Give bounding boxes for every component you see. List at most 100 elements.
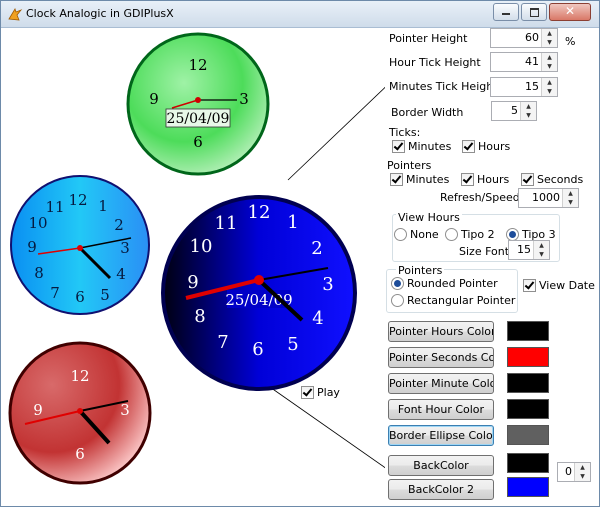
center-pin [254, 275, 264, 285]
clocks-canvas: 12 3 6 9 25/04/09 12 1 2 3 4 5 6 7 8 9 1… [8, 32, 385, 485]
spin-down-icon[interactable]: ▼ [542, 62, 557, 71]
svg-text:4: 4 [116, 265, 126, 283]
pointer-height-label: Pointer Height [389, 32, 468, 45]
center-pin [195, 97, 201, 103]
border-width-spinner[interactable]: 5 ▲ ▼ [491, 101, 537, 121]
center-pin [77, 408, 83, 414]
svg-text:6: 6 [252, 339, 263, 360]
spin-down-icon[interactable]: ▼ [563, 198, 578, 207]
play-checkbox[interactable]: Play [301, 386, 340, 399]
spin-down-icon[interactable]: ▼ [575, 472, 590, 481]
refresh-spinner[interactable]: 1000 ▲ ▼ [518, 188, 579, 208]
pointer-hours-color-button[interactable]: Pointer Hours Color [388, 321, 494, 342]
svg-text:6: 6 [75, 288, 85, 306]
spin-up-icon[interactable]: ▲ [542, 29, 557, 38]
backcolor-button[interactable]: BackColor [388, 455, 494, 476]
backcolor-swatch [507, 453, 549, 473]
font-hour-color-swatch [507, 399, 549, 419]
svg-text:8: 8 [194, 306, 205, 327]
svg-text:2: 2 [114, 216, 124, 234]
hour-tick-height-spinner[interactable]: 41 ▲ ▼ [490, 52, 558, 72]
rounded-pointer-radio[interactable]: Rounded Pointer [391, 277, 498, 290]
svg-text:7: 7 [50, 284, 60, 302]
spin-down-icon[interactable]: ▼ [534, 250, 549, 259]
rectangular-pointer-radio[interactable]: Rectangular Pointer [391, 294, 515, 307]
spin-up-icon[interactable]: ▲ [542, 53, 557, 62]
maximize-button[interactable] [521, 3, 547, 21]
clock-number: 6 [75, 445, 85, 463]
border-ellipse-color-swatch [507, 425, 549, 445]
clock-number: 12 [188, 56, 207, 74]
spin-up-icon[interactable]: ▲ [575, 463, 590, 472]
pointer-minute-color-swatch [507, 373, 549, 393]
ticks-label: Ticks: [389, 126, 421, 139]
clock-number: 9 [33, 401, 43, 419]
border-width-label: Border Width [391, 106, 464, 119]
svg-text:3: 3 [322, 274, 333, 295]
pointer-seconds-color-button[interactable]: Pointer Seconds Col [388, 347, 494, 368]
pointer-style-title: Pointers [396, 264, 445, 277]
pointers-label: Pointers [387, 159, 432, 172]
pointers-minutes-checkbox[interactable]: Minutes [390, 173, 449, 186]
client-area: 12 3 6 9 25/04/09 12 1 2 3 4 5 6 7 8 9 1… [5, 28, 595, 502]
title-bar[interactable]: Clock Analogic in GDIPlusX ✕ [1, 1, 599, 28]
ticks-minutes-checkbox[interactable]: Minutes [392, 140, 451, 153]
red-clock: 12 3 6 9 [8, 341, 152, 485]
backcolor2-button[interactable]: BackColor 2 [388, 479, 494, 500]
svg-text:10: 10 [190, 236, 213, 257]
backcolor-index-spinner[interactable]: 0 ▲ ▼ [557, 462, 591, 482]
svg-text:5: 5 [287, 334, 298, 355]
clock-number: 6 [193, 133, 203, 151]
pointers-seconds-checkbox[interactable]: Seconds [521, 173, 583, 186]
app-icon [8, 8, 23, 21]
view-date-checkbox[interactable]: View Date [523, 279, 595, 292]
clock-date: 25/04/09 [167, 111, 230, 127]
size-font-spinner[interactable]: 15 ▲ ▼ [508, 240, 550, 260]
window-title: Clock Analogic in GDIPlusX [26, 7, 174, 20]
clock-number: 9 [149, 90, 159, 108]
spin-up-icon[interactable]: ▲ [563, 189, 578, 198]
small-blue-clock: 12 1 2 3 4 5 6 7 8 9 10 11 [10, 175, 150, 315]
pointers-hours-checkbox[interactable]: Hours [461, 173, 509, 186]
svg-text:12: 12 [68, 191, 87, 209]
pointer-seconds-color-swatch [507, 347, 549, 367]
center-pin [77, 245, 83, 251]
minimize-button[interactable] [493, 3, 519, 21]
clock-number: 3 [120, 401, 130, 419]
svg-text:3: 3 [120, 239, 130, 257]
pointer-height-unit: % [565, 35, 576, 48]
border-ellipse-color-button[interactable]: Border Ellipse Color [388, 425, 494, 446]
pointer-minute-color-button[interactable]: Pointer Minute Color [388, 373, 494, 394]
hour-tick-height-label: Hour Tick Height [389, 56, 481, 69]
svg-text:9: 9 [27, 238, 37, 256]
spin-up-icon[interactable]: ▲ [521, 102, 536, 111]
font-hour-color-button[interactable]: Font Hour Color [388, 399, 494, 420]
clock-number: 3 [239, 90, 249, 108]
svg-text:12: 12 [248, 202, 271, 223]
spin-down-icon[interactable]: ▼ [521, 111, 536, 120]
spin-down-icon[interactable]: ▼ [542, 87, 557, 96]
spin-up-icon[interactable]: ▲ [534, 241, 549, 250]
svg-text:10: 10 [28, 214, 47, 232]
app-window: Clock Analogic in GDIPlusX ✕ 12 3 6 9 25… [0, 0, 600, 507]
ticks-hours-checkbox[interactable]: Hours [462, 140, 510, 153]
svg-text:8: 8 [34, 264, 44, 282]
spin-up-icon[interactable]: ▲ [542, 78, 557, 87]
size-font-label: Size Font [459, 245, 510, 258]
svg-text:11: 11 [215, 213, 238, 234]
clock-number: 12 [70, 367, 89, 385]
backcolor2-swatch [507, 477, 549, 497]
svg-text:11: 11 [45, 198, 64, 216]
svg-text:2: 2 [311, 238, 322, 259]
svg-text:4: 4 [312, 308, 323, 329]
refresh-label: Refresh/Speed: [440, 191, 524, 204]
pointer-height-spinner[interactable]: 60 ▲ ▼ [490, 28, 558, 48]
minutes-tick-height-spinner[interactable]: 15 ▲ ▼ [490, 77, 558, 97]
view-hours-none-radio[interactable]: None [394, 228, 439, 241]
view-hours-tipo2-radio[interactable]: Tipo 2 [445, 228, 495, 241]
pointer-hours-color-swatch [507, 321, 549, 341]
close-button[interactable]: ✕ [549, 3, 591, 21]
spin-down-icon[interactable]: ▼ [542, 38, 557, 47]
svg-text:1: 1 [287, 212, 298, 233]
connector-line [287, 86, 385, 181]
